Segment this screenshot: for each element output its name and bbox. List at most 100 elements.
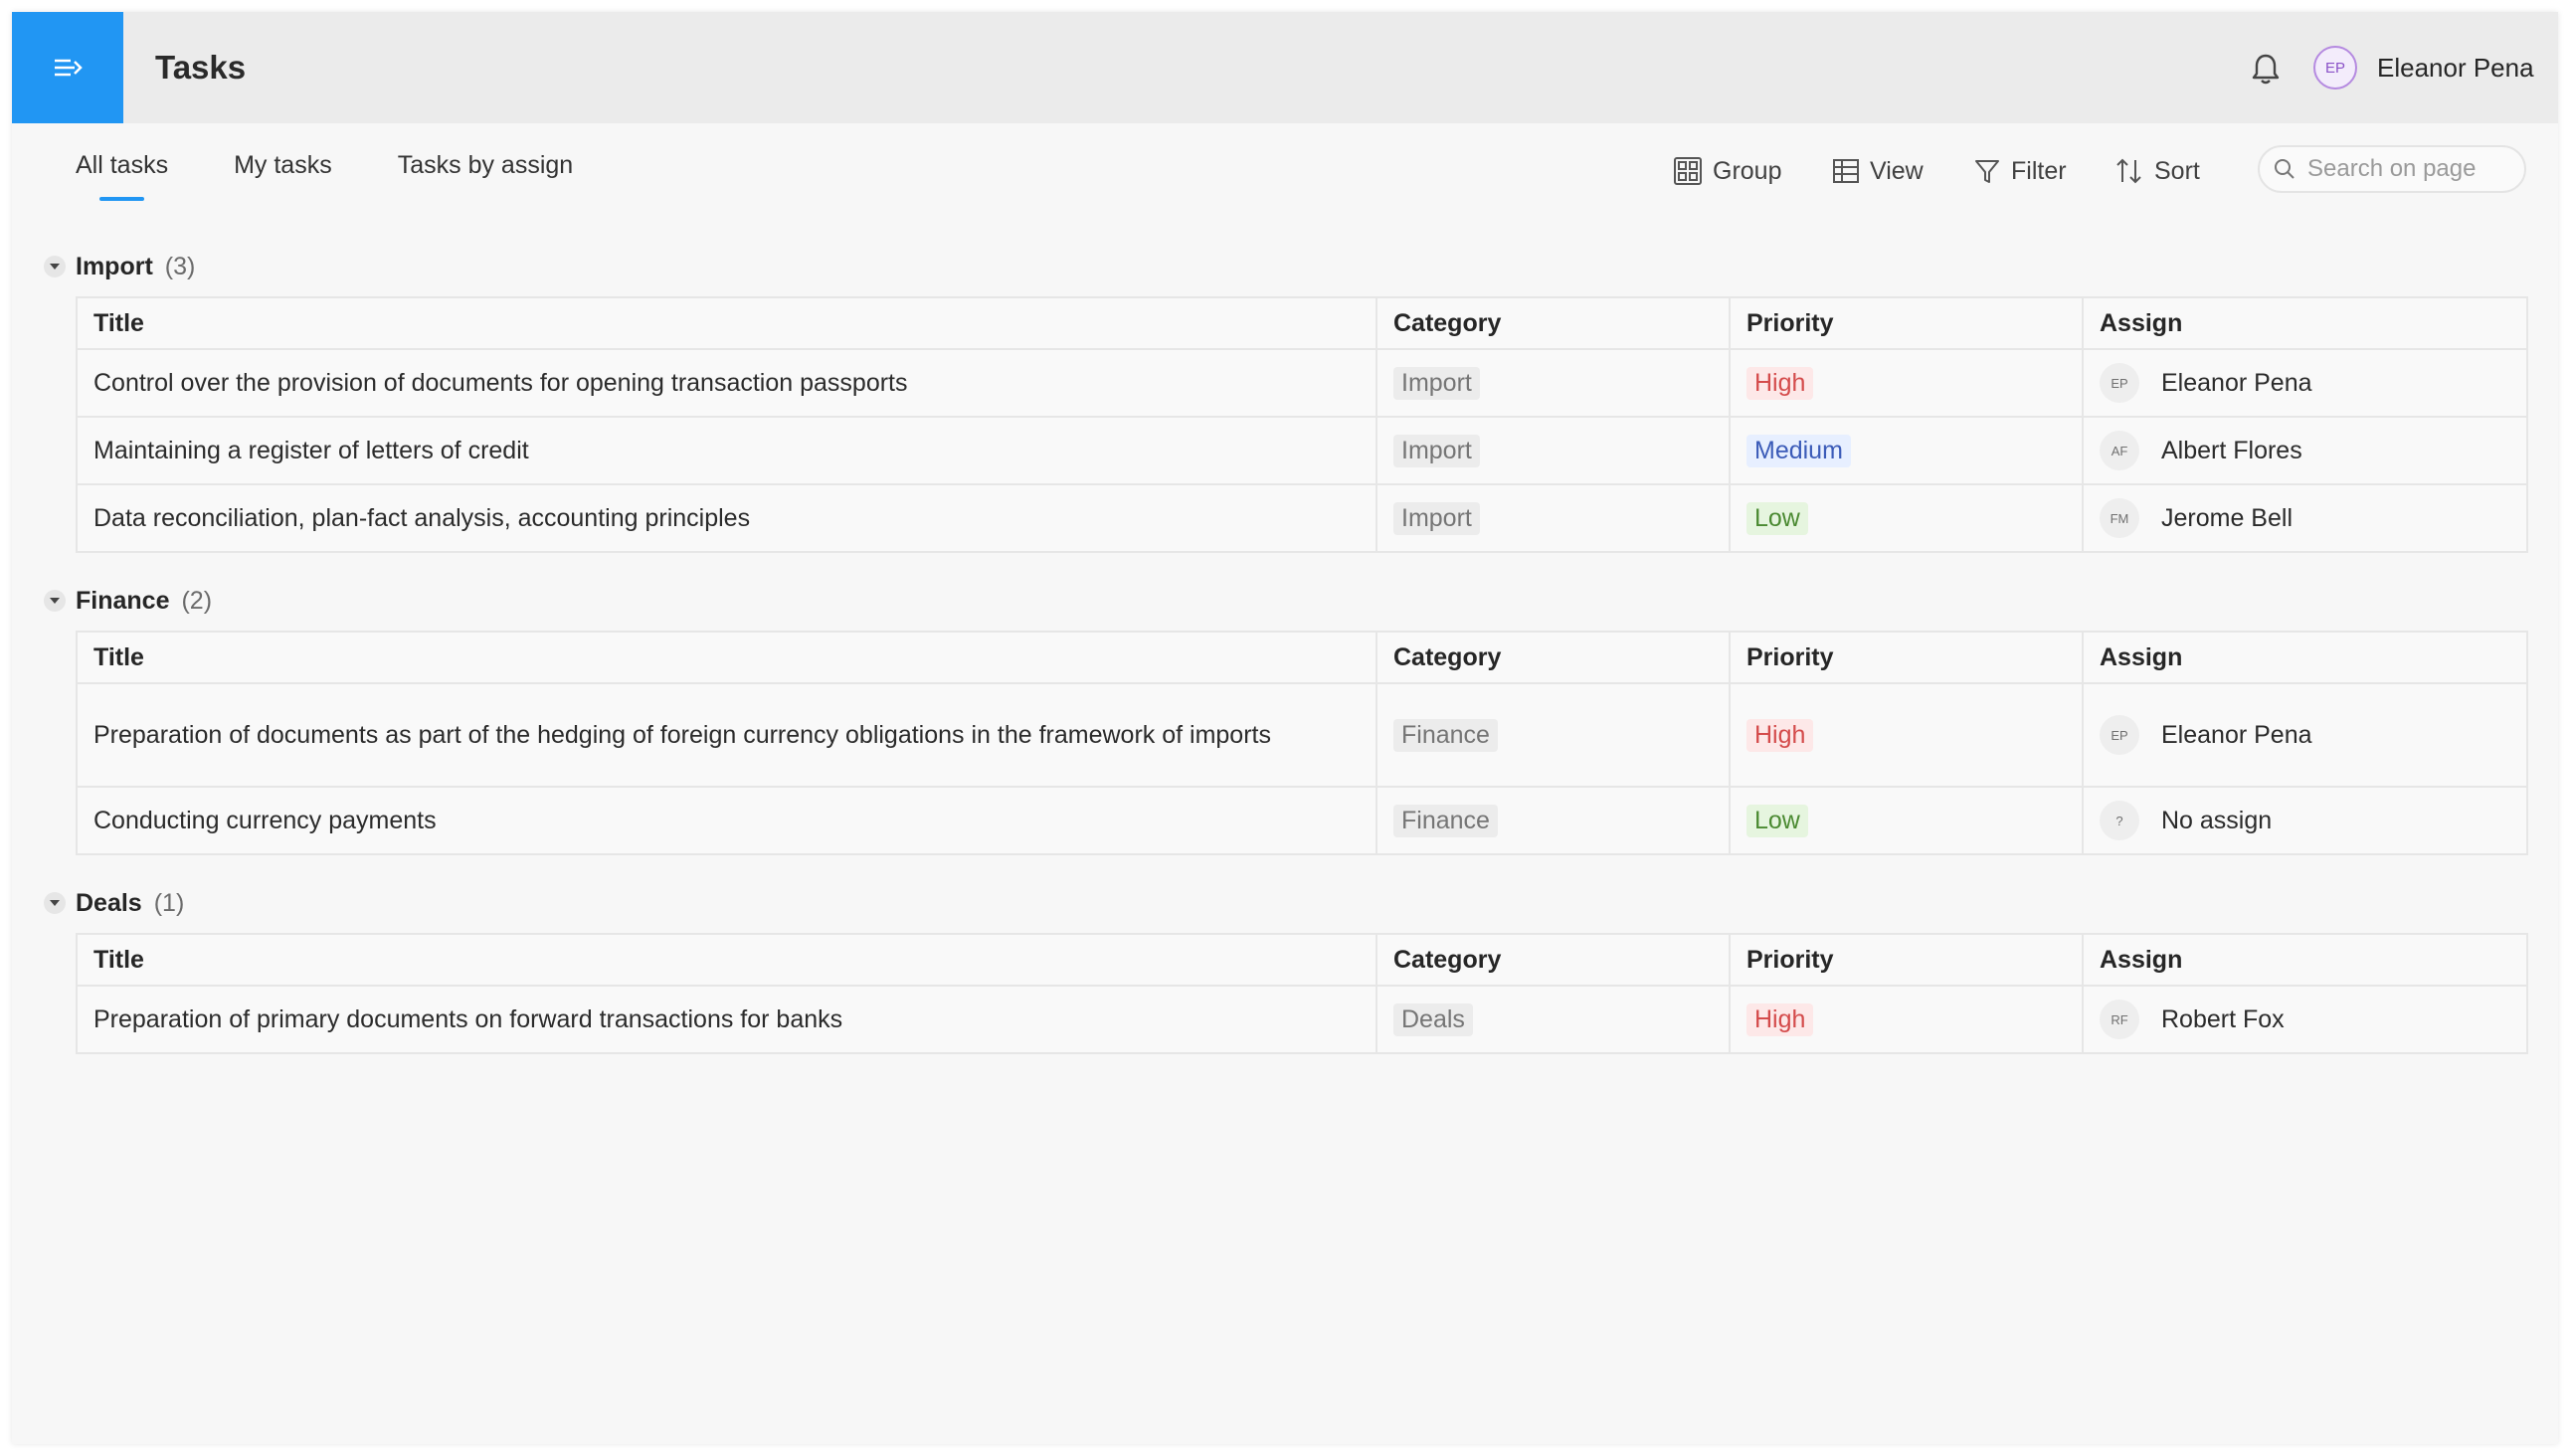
assign-cell[interactable]: ? No assign [2082,786,2528,855]
filter-button[interactable]: Filter [1973,151,2067,191]
tab-tasks-by-assign[interactable]: Tasks by assign [398,151,573,207]
column-header-priority[interactable]: Priority [1729,296,2084,350]
column-header-category[interactable]: Category [1376,631,1731,684]
task-title[interactable]: Preparation of primary documents on forw… [76,985,1377,1054]
column-header-title[interactable]: Title [76,296,1377,350]
priority-badge: High [1746,718,1814,752]
group-count: (3) [164,252,196,280]
assign-cell[interactable]: FM Jerome Bell [2082,483,2528,553]
task-title[interactable]: Data reconciliation, plan-fact analysis,… [76,483,1377,553]
avatar: EP [2313,46,2357,90]
priority-cell: High [1729,348,2084,418]
menu-toggle-button[interactable] [12,12,123,123]
table-row[interactable]: Preparation of primary documents on forw… [76,985,2528,1054]
table-row[interactable]: Conducting currency payments Finance Low… [76,786,2528,855]
tab-all-tasks[interactable]: All tasks [76,151,168,207]
user-menu[interactable]: EP Eleanor Pena [2313,42,2534,93]
assignee-name: No assign [2161,806,2273,834]
category-cell: Import [1376,483,1731,553]
view-tabs: All tasks My tasks Tasks by assign [76,151,639,207]
column-header-assign[interactable]: Assign [2082,296,2528,350]
task-table-deals: Title Category Priority Assign Preparati… [76,933,2528,1054]
assignee-name: Eleanor Pena [2161,368,2312,397]
table-header-row: Title Category Priority Assign [76,296,2528,350]
column-header-title[interactable]: Title [76,631,1377,684]
chevron-down-icon [50,900,60,906]
collapse-toggle[interactable] [44,892,66,914]
group-header-finance: Finance (2) [44,581,212,621]
bell-icon[interactable] [2250,52,2282,86]
search-icon [2275,159,2295,179]
column-header-priority[interactable]: Priority [1729,933,2084,987]
priority-cell: Medium [1729,416,2084,485]
category-tag: Finance [1393,804,1498,837]
avatar: EP [2100,363,2139,403]
table-header-row: Title Category Priority Assign [76,631,2528,684]
task-title[interactable]: Conducting currency payments [76,786,1377,855]
avatar: FM [2100,498,2139,538]
view-button[interactable]: View [1832,151,1924,191]
assign-cell[interactable]: EP Eleanor Pena [2082,682,2528,788]
category-cell: Deals [1376,985,1731,1054]
group-count: (2) [181,586,213,615]
chevron-down-icon [50,264,60,270]
avatar: RF [2100,1000,2139,1039]
category-tag: Finance [1393,718,1498,752]
sort-label: Sort [2154,156,2200,185]
category-tag: Import [1393,434,1480,467]
avatar: ? [2100,801,2139,840]
category-cell: Import [1376,348,1731,418]
group-name: Import [76,252,153,280]
column-header-category[interactable]: Category [1376,296,1731,350]
assignee-name: Eleanor Pena [2161,720,2312,749]
search-input[interactable] [2305,154,2508,184]
sort-icon [2116,158,2141,184]
assignee-name: Robert Fox [2161,1004,2285,1033]
column-header-assign[interactable]: Assign [2082,631,2528,684]
assignee-name: Jerome Bell [2161,503,2293,532]
category-tag: Import [1393,366,1480,400]
tab-my-tasks[interactable]: My tasks [234,151,332,207]
filter-label: Filter [2011,156,2067,185]
avatar: AF [2100,431,2139,470]
task-table-import: Title Category Priority Assign Control o… [76,296,2528,553]
user-name: Eleanor Pena [2377,52,2534,83]
group-button[interactable]: Group [1673,151,1781,191]
avatar: EP [2100,715,2139,755]
column-header-title[interactable]: Title [76,933,1377,987]
app-window: Tasks EP Eleanor Pena All tasks My tasks… [12,12,2558,1444]
group-icon [1674,157,1702,185]
column-header-category[interactable]: Category [1376,933,1731,987]
assignee-name: Albert Flores [2161,436,2302,464]
priority-badge: High [1746,366,1814,400]
search-box [2258,145,2526,193]
table-view-icon [1833,159,1859,183]
table-row[interactable]: Maintaining a register of letters of cre… [76,416,2528,485]
group-label: Group [1713,156,1782,185]
assign-cell[interactable]: EP Eleanor Pena [2082,348,2528,418]
group-header-deals: Deals (1) [44,883,184,923]
priority-cell: Low [1729,786,2084,855]
task-title[interactable]: Maintaining a register of letters of cre… [76,416,1377,485]
table-header-row: Title Category Priority Assign [76,933,2528,987]
assign-cell[interactable]: RF Robert Fox [2082,985,2528,1054]
priority-badge: Medium [1746,434,1851,467]
group-count: (1) [153,888,185,917]
table-row[interactable]: Preparation of documents as part of the … [76,682,2528,788]
category-cell: Finance [1376,786,1731,855]
table-row[interactable]: Control over the provision of documents … [76,348,2528,418]
column-header-priority[interactable]: Priority [1729,631,2084,684]
group-name: Finance [76,586,170,615]
priority-badge: Low [1746,804,1808,837]
filter-icon [1975,160,1999,183]
task-title[interactable]: Control over the provision of documents … [76,348,1377,418]
task-title[interactable]: Preparation of documents as part of the … [76,682,1377,788]
collapse-toggle[interactable] [44,590,66,612]
priority-badge: High [1746,1002,1814,1036]
table-row[interactable]: Data reconciliation, plan-fact analysis,… [76,483,2528,553]
collapse-toggle[interactable] [44,256,66,277]
column-header-assign[interactable]: Assign [2082,933,2528,987]
priority-badge: Low [1746,501,1808,535]
assign-cell[interactable]: AF Albert Flores [2082,416,2528,485]
sort-button[interactable]: Sort [2114,151,2200,191]
